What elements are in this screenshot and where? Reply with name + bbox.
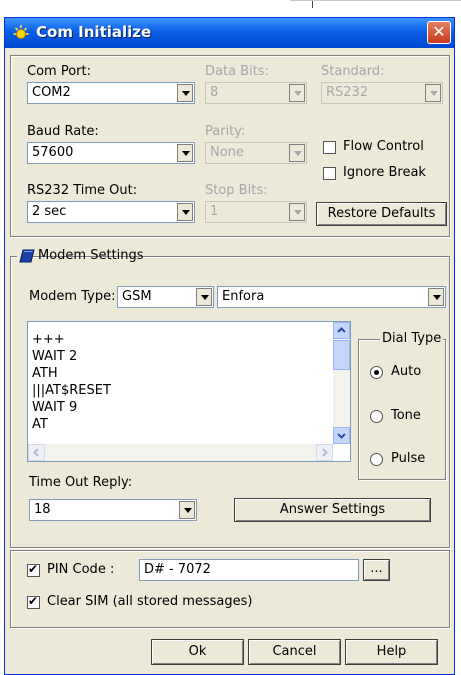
answer-settings-button[interactable]: Answer Settings xyxy=(234,498,431,522)
script-line: ATH xyxy=(32,366,58,381)
dial-tone-label[interactable]: Tone xyxy=(391,408,421,423)
com-port-select[interactable]: COM2 xyxy=(27,82,195,104)
background-divider-tick xyxy=(312,1,313,8)
window-title: Com Initialize xyxy=(36,23,152,41)
sun-icon xyxy=(13,25,29,39)
com-port-value: COM2 xyxy=(32,85,71,100)
pin-code-value: D# - 7072 xyxy=(144,562,211,577)
chevron-down-icon[interactable] xyxy=(289,84,305,102)
standard-select[interactable]: RS232 xyxy=(321,82,443,104)
parity-select[interactable]: None xyxy=(205,142,307,164)
scroll-down-button[interactable] xyxy=(333,427,350,444)
title-bar[interactable]: Com Initialize ✕ xyxy=(5,18,454,48)
book-icon xyxy=(19,249,35,263)
dial-pulse-label[interactable]: Pulse xyxy=(391,451,425,466)
standard-label: Standard: xyxy=(321,64,385,79)
modem-type-select[interactable]: GSM xyxy=(117,286,214,308)
rs232-timeout-select[interactable]: 2 sec xyxy=(27,201,195,223)
chevron-down-icon[interactable] xyxy=(425,84,441,102)
dial-auto-radio[interactable] xyxy=(370,366,383,379)
stop-bits-select[interactable]: 1 xyxy=(205,201,307,223)
chevron-down-icon xyxy=(337,433,346,439)
help-button[interactable]: Help xyxy=(345,639,438,665)
baud-rate-select[interactable]: 57600 xyxy=(27,142,195,164)
modem-type-label: Modem Type: xyxy=(29,289,116,304)
chevron-down-icon[interactable] xyxy=(177,84,193,102)
clear-sim-label[interactable]: Clear SIM (all stored messages) xyxy=(47,594,253,609)
chevron-down-icon[interactable] xyxy=(196,288,212,306)
pin-code-label[interactable]: PIN Code : xyxy=(47,562,114,577)
chevron-down-icon[interactable] xyxy=(289,203,305,221)
init-script-editor[interactable]: +++ WAIT 2 ATH |||AT$RESET WAIT 9 AT xyxy=(27,321,351,462)
timeout-reply-label: Time Out Reply: xyxy=(29,475,133,490)
modem-settings-title: Modem Settings xyxy=(38,248,144,263)
dial-pulse-radio[interactable] xyxy=(370,453,383,466)
modem-type-value: GSM xyxy=(122,289,152,304)
dial-tone-radio[interactable] xyxy=(370,410,383,423)
stop-bits-value: 1 xyxy=(210,204,219,219)
chevron-down-icon[interactable] xyxy=(179,501,195,519)
script-line: AT xyxy=(32,417,48,432)
chevron-up-icon xyxy=(337,327,346,333)
scroll-up-button[interactable] xyxy=(333,322,350,339)
modem-model-value: Enfora xyxy=(222,289,265,304)
clear-sim-checkbox[interactable] xyxy=(27,594,40,609)
data-bits-label: Data Bits: xyxy=(205,64,269,79)
chevron-down-icon[interactable] xyxy=(428,288,444,306)
pin-code-checkbox[interactable] xyxy=(27,562,40,577)
chevron-down-icon[interactable] xyxy=(289,144,305,162)
com-port-label: Com Port: xyxy=(27,64,91,79)
ok-button[interactable]: Ok xyxy=(151,639,244,665)
chevron-down-icon[interactable] xyxy=(177,203,193,221)
modem-model-select[interactable]: Enfora xyxy=(217,286,446,308)
chevron-down-icon[interactable] xyxy=(177,144,193,162)
dial-auto-label[interactable]: Auto xyxy=(391,364,421,379)
rs232-timeout-value: 2 sec xyxy=(32,204,67,219)
baud-rate-value: 57600 xyxy=(32,145,74,160)
script-line: WAIT 2 xyxy=(32,349,78,364)
scroll-left-button[interactable] xyxy=(28,444,45,461)
dial-type-label: Dial Type xyxy=(380,331,444,346)
modem-settings-legend: Modem Settings xyxy=(17,246,144,266)
ignore-break-checkbox[interactable] xyxy=(323,167,336,180)
close-button[interactable]: ✕ xyxy=(427,21,451,44)
pin-browse-button[interactable]: ... xyxy=(363,559,390,581)
scroll-right-button[interactable] xyxy=(316,444,333,461)
scroll-thumb[interactable] xyxy=(333,340,350,370)
data-bits-value: 8 xyxy=(210,85,219,100)
standard-value: RS232 xyxy=(326,85,369,100)
parity-label: Parity: xyxy=(205,124,246,139)
chevron-left-icon xyxy=(33,448,39,457)
timeout-reply-value: 18 xyxy=(34,502,51,517)
flow-control-checkbox[interactable] xyxy=(323,141,336,154)
baud-rate-label: Baud Rate: xyxy=(27,124,99,139)
background-window-edge xyxy=(290,0,461,9)
pin-code-input[interactable]: D# - 7072 xyxy=(139,559,359,581)
cancel-button[interactable]: Cancel xyxy=(248,639,341,665)
data-bits-select[interactable]: 8 xyxy=(205,82,307,104)
restore-defaults-button[interactable]: Restore Defaults xyxy=(316,202,447,226)
rs232-timeout-label: RS232 Time Out: xyxy=(27,183,138,198)
vertical-scrollbar[interactable] xyxy=(333,322,350,444)
com-initialize-dialog: Com Initialize ✕ Com Port: COM2 Baud Rat… xyxy=(4,17,455,675)
chevron-right-icon xyxy=(322,448,328,457)
script-line: WAIT 9 xyxy=(32,400,78,415)
script-line: +++ xyxy=(32,332,65,347)
ignore-break-label[interactable]: Ignore Break xyxy=(343,165,426,180)
script-line: |||AT$RESET xyxy=(32,383,111,398)
parity-value: None xyxy=(210,145,244,160)
timeout-reply-select[interactable]: 18 xyxy=(29,499,197,521)
horizontal-scrollbar[interactable] xyxy=(28,444,333,461)
flow-control-label[interactable]: Flow Control xyxy=(343,139,424,154)
stop-bits-label: Stop Bits: xyxy=(205,183,268,198)
